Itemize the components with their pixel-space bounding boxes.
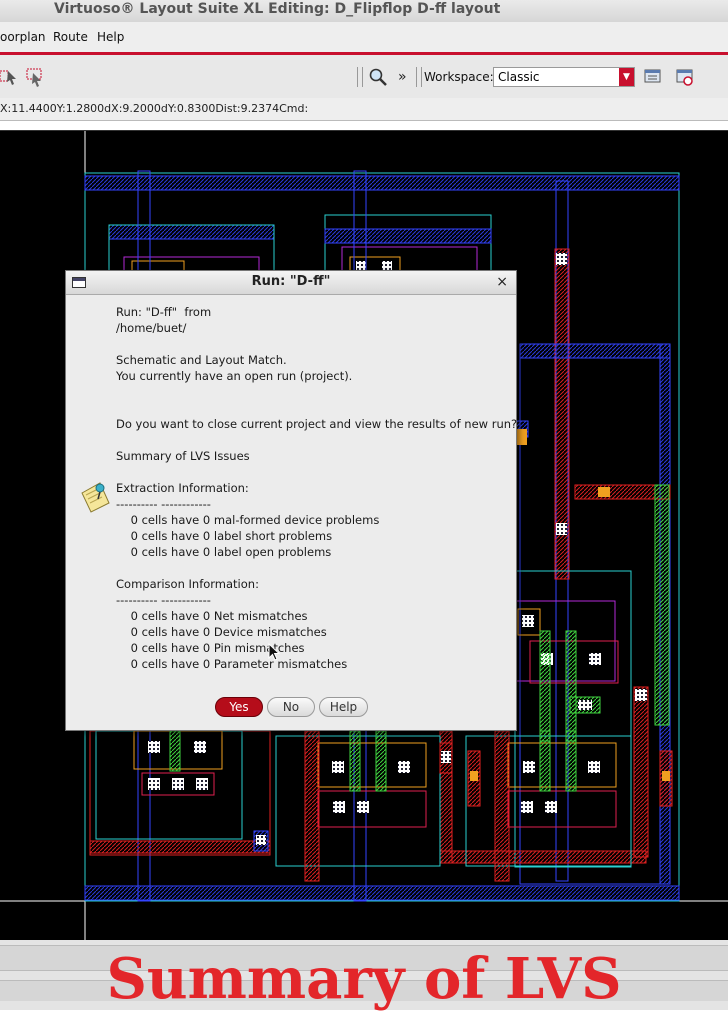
message-line: Schematic and Layout Match. <box>116 353 287 367</box>
workspace-value: Classic <box>498 70 540 84</box>
caption-title: Summary of LVS <box>106 946 622 1012</box>
coordinate-status-bar: X:11.4400Y:1.2800dX:9.2000dY:0.8300Dist:… <box>0 98 728 121</box>
toolbar: » Workspace: Classic ▼ <box>0 55 728 99</box>
dialog-titlebar: Run: "D-ff" × <box>66 271 516 295</box>
message-line: ---------- ------------ <box>116 593 211 607</box>
message-line: Extraction Information: <box>116 481 249 495</box>
window-titlebar: Virtuoso® Layout Suite XL Editing: D_Fli… <box>0 0 728 22</box>
select-tool-icon[interactable] <box>0 67 20 87</box>
message-line: 0 cells have 0 Parameter mismatches <box>116 657 348 671</box>
message-line: Do you want to close current project and… <box>116 417 518 431</box>
chevron-down-icon[interactable]: ▼ <box>619 68 634 86</box>
workspace-select[interactable]: Classic ▼ <box>493 67 635 87</box>
menubar: oorplan Route Help <box>0 22 728 55</box>
menu-floorplan-label: oorplan <box>0 30 46 44</box>
close-icon[interactable]: × <box>496 274 508 290</box>
menu-route-label: Route <box>53 30 88 44</box>
window-title: Virtuoso® Layout Suite XL Editing: D_Fli… <box>54 1 501 17</box>
note-info-icon <box>81 482 110 513</box>
toolbar-separator <box>357 67 363 87</box>
menu-help-label: Help <box>97 30 125 44</box>
zoom-icon[interactable] <box>368 67 388 87</box>
coordinate-readout: X:11.4400Y:1.2800dX:9.2000dY:0.8300Dist:… <box>0 102 309 115</box>
no-button[interactable]: No <box>267 697 315 717</box>
lvs-run-dialog: Run: "D-ff" × Run: "D-ff" from /home/bue… <box>65 270 517 731</box>
menu-route[interactable]: Route <box>53 30 88 44</box>
message-line: Run: "D-ff" from <box>116 305 212 319</box>
message-line: Comparison Information: <box>116 577 259 591</box>
workspace-show-icon[interactable] <box>675 67 695 87</box>
message-line: 0 cells have 0 mal-formed device problem… <box>116 513 380 527</box>
menu-floorplan[interactable]: oorplan <box>0 30 46 44</box>
message-line: ---------- ------------ <box>116 497 211 511</box>
yes-button[interactable]: Yes <box>215 697 263 717</box>
message-line: /home/buet/ <box>116 321 187 335</box>
workspace-label: Workspace: <box>424 70 494 84</box>
workspace-save-icon[interactable] <box>643 67 663 87</box>
toolbar-separator <box>416 67 422 87</box>
message-line: 0 cells have 0 label open problems <box>116 545 332 559</box>
message-line: 0 cells have 0 label short problems <box>116 529 333 543</box>
mouse-cursor-icon <box>268 643 280 661</box>
dialog-title: Run: "D-ff" <box>251 274 331 289</box>
message-line: 0 cells have 0 Net mismatches <box>116 609 308 623</box>
message-line: Summary of LVS Issues <box>116 449 250 463</box>
menu-help[interactable]: Help <box>97 30 124 44</box>
deselect-tool-icon[interactable] <box>25 67 45 87</box>
message-line: You currently have an open run (project)… <box>116 369 353 383</box>
message-line: 0 cells have 0 Device mismatches <box>116 625 327 639</box>
help-button[interactable]: Help <box>319 697 368 717</box>
toolbar-overflow-button[interactable]: » <box>398 69 407 85</box>
